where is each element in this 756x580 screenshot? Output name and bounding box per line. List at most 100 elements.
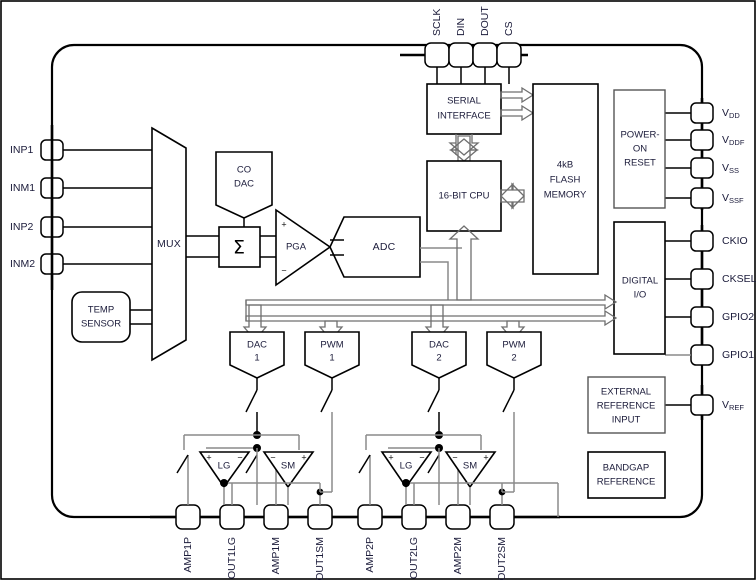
pin-inm1[interactable]: INM1 — [10, 177, 152, 199]
pin-label: VREF — [722, 399, 744, 412]
pin-gpio1[interactable]: GPIO1 — [665, 344, 754, 366]
temp-sensor-shape — [71, 291, 131, 343]
pin-ckio[interactable]: CKIO — [665, 230, 748, 252]
block-bandgap-reference: BANDGAP REFERENCE — [587, 451, 666, 499]
pin-inp2[interactable]: INP2 — [10, 216, 152, 238]
lg1-label: LG — [218, 461, 231, 472]
amp1p-switch — [176, 454, 189, 474]
sm1-plus-sign: + — [301, 452, 306, 462]
pin-din[interactable]: DIN — [448, 18, 474, 84]
pin-out1sm[interactable]: OUT1SM — [307, 488, 333, 580]
block-digital-io: DIGITAL I/O — [613, 221, 666, 355]
digital-io-shape — [613, 221, 666, 355]
digital-io-label-2: I/O — [634, 290, 647, 301]
chip-boundary — [50, 43, 704, 519]
block-serial-interface: SERIAL INTERFACE — [426, 83, 502, 135]
sm2-minus-sign: − — [452, 452, 457, 462]
pin-label: INM2 — [10, 258, 35, 270]
pin-label: INP1 — [10, 144, 34, 156]
pin-vssf[interactable]: VSSF — [665, 187, 744, 209]
pin-label: INP2 — [10, 221, 34, 233]
pin-label: VDDF — [722, 134, 745, 147]
dac2-label-2: 2 — [436, 353, 441, 364]
amp2m-switch — [427, 454, 440, 474]
block-external-reference-input: EXTERNAL REFERENCE INPUT — [587, 376, 666, 434]
pin-label: VDD — [722, 107, 740, 120]
pin-label: VSS — [722, 162, 739, 175]
pin-vdd[interactable]: VDD — [665, 102, 740, 124]
dac1-label-1: DAC — [247, 340, 267, 351]
pwm2-switch — [502, 389, 515, 413]
pin-box — [448, 42, 474, 68]
bandgap-shape — [587, 451, 666, 499]
block-pwm1: PWM 1 — [304, 331, 360, 493]
pin-amp1p[interactable]: AMP1P — [175, 455, 201, 573]
pin-inm2[interactable]: INM2 — [10, 253, 152, 275]
pin-box — [175, 504, 201, 530]
pin-cs[interactable]: CS — [496, 21, 522, 84]
pin-box — [690, 187, 714, 209]
output-stage-1: LG + − SM − + — [176, 434, 320, 505]
pin-box — [263, 504, 289, 530]
flash-label-3: MEMORY — [544, 190, 587, 201]
serial-interface-label-1: SERIAL — [447, 96, 481, 107]
flash-label-1: 4kB — [557, 160, 573, 171]
dac1-switch — [245, 389, 258, 413]
cpu-flash-arrow — [500, 182, 525, 210]
pga-minus-sign: − — [281, 265, 286, 275]
pga-plus-sign: + — [281, 219, 286, 229]
pin-inp1[interactable]: INP1 — [10, 139, 152, 161]
pin-vref[interactable]: VREF — [665, 394, 744, 416]
pin-gpio2[interactable]: GPIO2 — [665, 306, 754, 328]
pga-label: PGA — [286, 242, 307, 253]
dac1-label-2: 1 — [254, 353, 259, 364]
block-dac1: DAC 1 — [229, 331, 285, 439]
pin-vddf[interactable]: VDDF — [665, 129, 745, 151]
bottom-pins: AMP1P OUT1LG AMP1M OUT1SM AMP2P OUT2LG A… — [150, 455, 560, 580]
bandgap-label-2: REFERENCE — [597, 477, 656, 488]
block-power-on-reset: POWER- ON RESET — [613, 89, 666, 209]
lg2-minus-sign: − — [419, 452, 424, 462]
pwm1-label-1: PWM — [320, 340, 343, 351]
pin-label: AMP2M — [452, 537, 464, 574]
pin-box — [496, 42, 522, 68]
sm1-minus-sign: − — [270, 452, 275, 462]
pin-box — [472, 42, 498, 68]
pin-amp2p[interactable]: AMP2P — [357, 455, 383, 573]
arrow-adc-to-cpu — [448, 225, 480, 301]
pin-box — [690, 306, 714, 328]
block-pwm2: PWM 2 — [486, 331, 542, 493]
sm2-label: SM — [463, 461, 477, 472]
pin-label: DIN — [455, 18, 467, 36]
serial-interface-label-2: INTERFACE — [437, 111, 490, 122]
block-flash-memory: 4kB FLASH MEMORY — [532, 83, 599, 275]
block-temp-sensor: TEMP SENSOR — [71, 291, 152, 343]
extref-label-3: INPUT — [612, 415, 641, 426]
pin-box — [489, 504, 515, 530]
pwm1-label-2: 1 — [329, 353, 334, 364]
pin-out2sm[interactable]: OUT2SM — [489, 488, 515, 580]
serial-cpu-arrow — [448, 134, 480, 162]
co-dac-label-2: DAC — [234, 179, 254, 190]
lg1-minus-sign: − — [237, 452, 242, 462]
pin-label: OUT1LG — [226, 537, 238, 579]
pin-label: GPIO1 — [722, 349, 754, 361]
amp2p-switch — [358, 454, 371, 474]
junction-dot — [220, 479, 228, 487]
cpu-label: 16-BIT CPU — [438, 191, 489, 202]
dac2-label-1: DAC — [429, 340, 449, 351]
block-co-dac: CO DAC — [215, 151, 273, 227]
por-label-1: POWER- — [620, 130, 659, 141]
pin-cksel[interactable]: CKSEL — [665, 268, 756, 290]
block-adc: ADC — [329, 216, 421, 278]
pin-box — [690, 394, 714, 416]
pin-vss[interactable]: VSS — [665, 157, 739, 179]
pin-sclk[interactable]: SCLK — [424, 9, 450, 84]
pin-label: AMP2P — [364, 537, 376, 573]
pin-dout[interactable]: DOUT — [472, 6, 498, 84]
co-dac-label-1: CO — [237, 165, 251, 176]
arrow-serial-flash-2 — [500, 104, 535, 122]
bus-to-dac-pwm-arrows — [242, 304, 526, 342]
block-pga: PGA + − — [275, 208, 332, 287]
block-dac2: DAC 2 — [411, 331, 467, 439]
